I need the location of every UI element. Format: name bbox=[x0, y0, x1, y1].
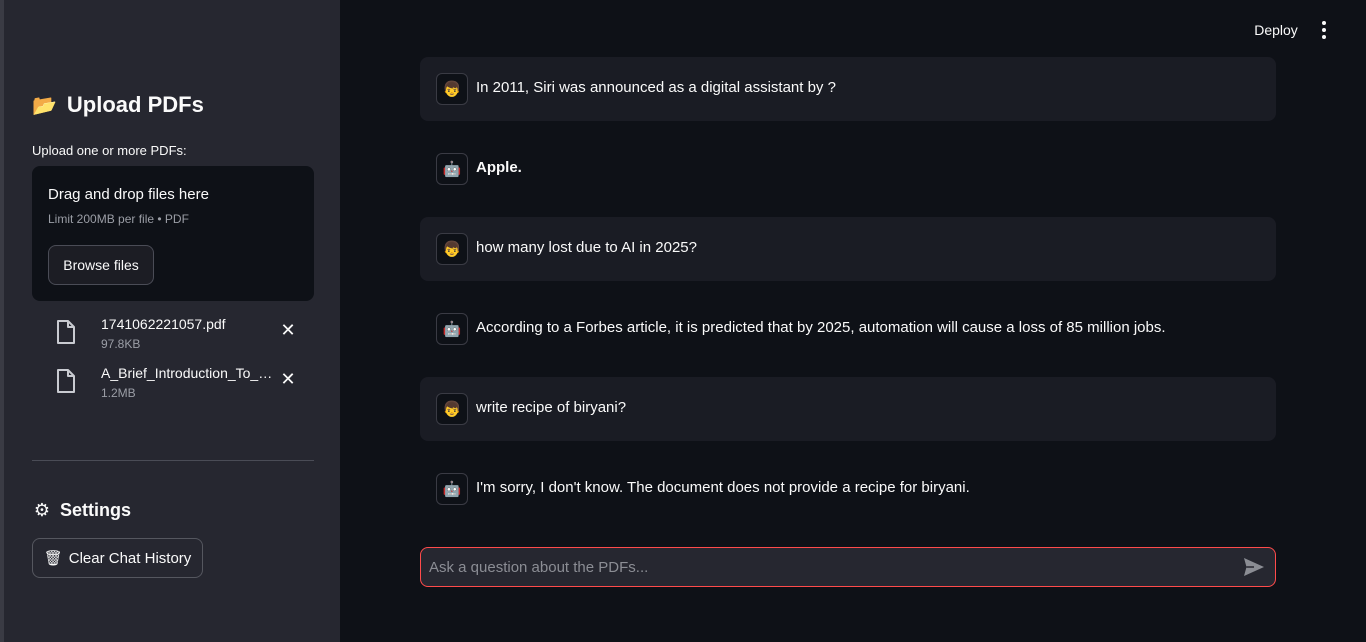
settings-title-text: Settings bbox=[60, 500, 132, 520]
sidebar: 📂 Upload PDFs Upload one or more PDFs: D… bbox=[0, 0, 340, 642]
message-text: According to a Forbes article, it is pre… bbox=[476, 319, 1166, 336]
settings-title: ⚙ Settings bbox=[32, 500, 131, 521]
chat-message-user: 👦 In 2011, Siri was announced as a digit… bbox=[420, 57, 1276, 121]
gear-icon: ⚙ bbox=[33, 500, 51, 520]
send-icon[interactable] bbox=[1243, 557, 1265, 577]
sidebar-title: 📂 Upload PDFs bbox=[32, 92, 204, 118]
browse-files-button[interactable]: Browse files bbox=[48, 245, 154, 285]
message-text: In 2011, Siri was announced as a digital… bbox=[476, 79, 836, 96]
uploaded-file: 1741062221057.pdf 97.8KB ✕ bbox=[32, 316, 314, 356]
clear-chat-label: Clear Chat History bbox=[68, 549, 192, 567]
upload-label: Upload one or more PDFs: bbox=[32, 143, 187, 158]
file-dropzone[interactable]: Drag and drop files here Limit 200MB per… bbox=[32, 166, 314, 301]
file-icon bbox=[57, 320, 75, 344]
chat-message-user: 👦 how many lost due to AI in 2025? bbox=[420, 217, 1276, 281]
file-icon bbox=[57, 369, 75, 393]
dropzone-limit: Limit 200MB per file • PDF bbox=[48, 212, 189, 226]
message-text: how many lost due to AI in 2025? bbox=[476, 239, 697, 256]
message-text: I'm sorry, I don't know. The document do… bbox=[476, 479, 970, 496]
folder-icon: 📂 bbox=[32, 94, 57, 117]
chat-message-assistant: 🤖 According to a Forbes article, it is p… bbox=[420, 297, 1276, 361]
file-name: 1741062221057.pdf bbox=[101, 316, 226, 332]
bot-avatar-icon: 🤖 bbox=[436, 313, 468, 345]
remove-file-icon[interactable]: ✕ bbox=[280, 320, 296, 340]
deploy-button[interactable]: Deploy bbox=[1246, 18, 1306, 42]
sidebar-title-text: Upload PDFs bbox=[66, 92, 204, 117]
bot-avatar-icon: 🤖 bbox=[436, 473, 468, 505]
file-name: A_Brief_Introduction_To_AI.pdf bbox=[101, 365, 273, 381]
remove-file-icon[interactable]: ✕ bbox=[280, 369, 296, 389]
chat-message-assistant: 🤖 Apple. bbox=[420, 137, 1276, 201]
chat-message-assistant: 🤖 I'm sorry, I don't know. The document … bbox=[420, 457, 1276, 521]
chat-input-container bbox=[420, 547, 1276, 587]
bot-avatar-icon: 🤖 bbox=[436, 153, 468, 185]
trash-icon: 🗑 bbox=[43, 550, 63, 567]
file-size: 97.8KB bbox=[101, 337, 141, 351]
user-avatar-icon: 👦 bbox=[436, 393, 468, 425]
sidebar-divider bbox=[32, 460, 314, 461]
main-menu-icon[interactable] bbox=[1314, 18, 1334, 42]
dropzone-text: Drag and drop files here bbox=[48, 186, 209, 203]
chat-message-user: 👦 write recipe of biryani? bbox=[420, 377, 1276, 441]
user-avatar-icon: 👦 bbox=[436, 73, 468, 105]
message-text: write recipe of biryani? bbox=[476, 399, 627, 416]
clear-chat-history-button[interactable]: 🗑 Clear Chat History bbox=[32, 538, 203, 578]
file-size: 1.2MB bbox=[101, 386, 136, 400]
uploaded-file: A_Brief_Introduction_To_AI.pdf 1.2MB ✕ bbox=[32, 365, 314, 405]
message-text: Apple. bbox=[476, 159, 522, 176]
chat-input[interactable] bbox=[429, 548, 1229, 586]
user-avatar-icon: 👦 bbox=[436, 233, 468, 265]
